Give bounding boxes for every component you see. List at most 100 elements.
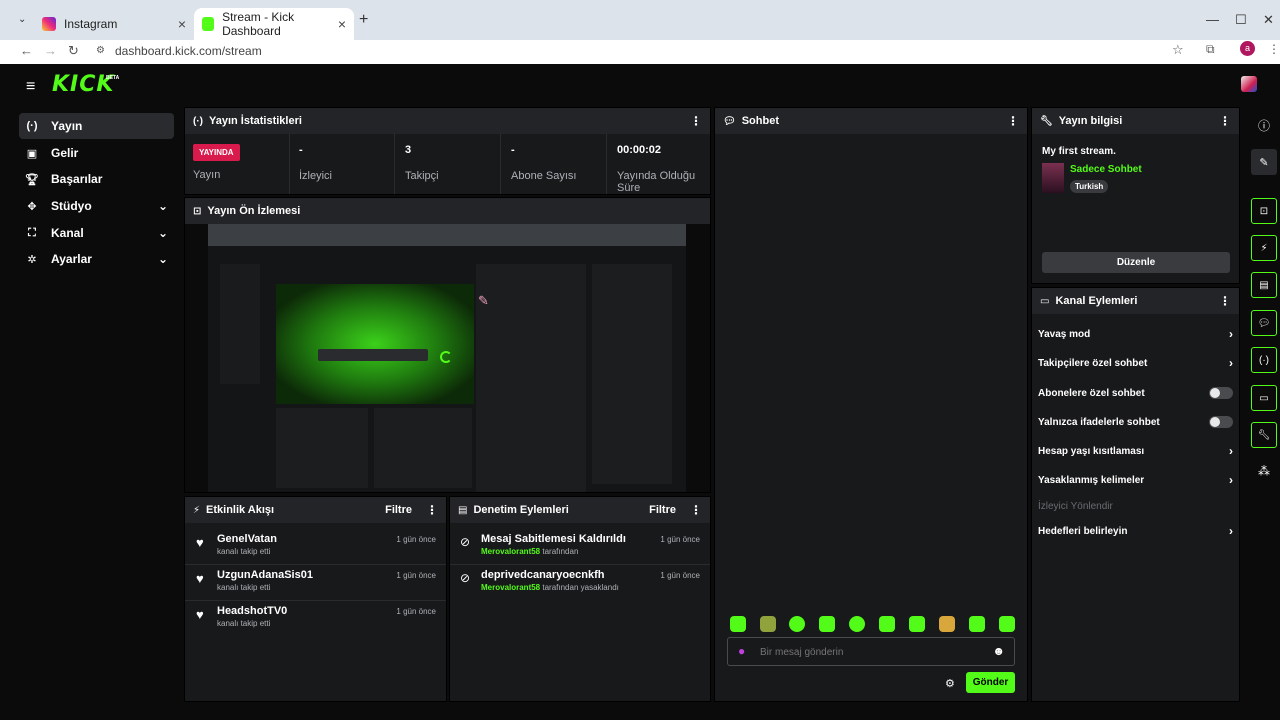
tab-kick-dashboard[interactable]: Stream - Kick Dashboard ×	[194, 8, 354, 40]
activity-row: ♥ UzgunAdanaSis01 kanalı takip etti 1 gü…	[185, 565, 446, 601]
bookmark-star-icon[interactable]: ☆	[1172, 42, 1184, 58]
back-icon[interactable]: ←	[20, 43, 33, 58]
edit-pencil-icon[interactable]: ✎	[1251, 149, 1277, 175]
wrench-toggle-icon[interactable]: 🔧︎	[1251, 422, 1277, 448]
close-icon[interactable]: ×	[178, 16, 186, 32]
moderation-target[interactable]: deprivedcanaryoecnkfh	[481, 569, 619, 581]
action-followers-only[interactable]: Takipçilere özel sohbet ›	[1038, 348, 1233, 378]
sidebar-item-kanal[interactable]: ⛶ Kanal ⌄	[19, 220, 174, 246]
filter-button[interactable]: Filtre	[385, 504, 412, 516]
emote[interactable]	[939, 616, 955, 632]
preview-toggle-icon[interactable]: ⊡	[1251, 198, 1277, 224]
chat-panel: 💬︎ Sohbet ⋮	[714, 107, 1028, 702]
language-tag: Turkish	[1070, 180, 1109, 193]
emote[interactable]	[789, 616, 805, 632]
window-close-icon[interactable]: ✕	[1263, 12, 1274, 28]
emote[interactable]	[879, 616, 895, 632]
moderation-action: Mesaj Sabitlemesi Kaldırıldı	[481, 533, 626, 545]
chat-input-box[interactable]: ● ☻	[727, 637, 1015, 666]
emote[interactable]	[819, 616, 835, 632]
stat-followers: 3 Takipçi	[397, 134, 501, 194]
broadcast-icon: (·)	[193, 115, 203, 127]
sidebar-item-label: Ayarlar	[51, 252, 92, 266]
preview-sidebar	[220, 264, 260, 384]
subscribers-only-toggle[interactable]	[1209, 387, 1233, 399]
sidebar-item-yayin[interactable]: (·) Yayın	[19, 113, 174, 139]
emote[interactable]	[999, 616, 1015, 632]
send-button[interactable]: Gönder	[966, 672, 1015, 693]
maximize-icon[interactable]: ☐	[1235, 12, 1247, 28]
stat-subscribers: - Abone Sayısı	[503, 134, 607, 194]
channel-icon: ⛶	[28, 226, 36, 239]
stream-info-panel: 🔧︎ Yayın bilgisi ⋮ My first stream. Sade…	[1031, 107, 1240, 284]
forward-icon[interactable]: →	[44, 43, 57, 58]
action-slow-mode[interactable]: Yavaş mod ›	[1038, 319, 1233, 349]
filter-button[interactable]: Filtre	[649, 504, 676, 516]
action-set-goals[interactable]: Hedefleri belirleyin ›	[1038, 516, 1233, 546]
action-label: Yavaş mod	[1038, 328, 1091, 340]
reload-icon[interactable]: ↻	[68, 43, 79, 59]
chevron-right-icon: ›	[1229, 444, 1233, 458]
channel-actions-icon: ▭	[1040, 295, 1050, 307]
more-options-icon[interactable]: ⋮	[1007, 114, 1019, 128]
new-tab-icon[interactable]: +	[359, 11, 368, 29]
preview-browser-bar	[208, 224, 686, 246]
activity-user[interactable]: GenelVatan	[217, 533, 277, 545]
emotes-only-toggle[interactable]	[1209, 416, 1233, 428]
chat-settings-icon[interactable]: ⚙	[945, 677, 955, 690]
sidebar-item-ayarlar[interactable]: ✲ Ayarlar ⌄	[19, 246, 174, 272]
moderation-panel: ▤ Denetim Eylemleri Filtre ⋮ ⊘ Mesaj Sab…	[449, 496, 711, 702]
more-options-icon[interactable]: ⋮	[1219, 294, 1231, 308]
category-thumbnail[interactable]	[1042, 163, 1064, 193]
browser-menu-icon[interactable]: ⋮	[1268, 42, 1280, 56]
category-name[interactable]: Sadece Sohbet	[1070, 164, 1142, 175]
emote[interactable]	[909, 616, 925, 632]
more-options-icon[interactable]: ⋮	[690, 503, 702, 517]
preview-green-glow	[276, 284, 474, 404]
more-options-icon[interactable]: ⋮	[690, 114, 702, 128]
moderator-name[interactable]: Merovalorant58	[481, 547, 540, 556]
channel-actions-toggle-icon[interactable]: ▭	[1251, 385, 1277, 411]
preview-activity	[276, 408, 368, 488]
profile-avatar[interactable]: a	[1240, 41, 1255, 56]
info-icon[interactable]: ⓘ	[1258, 117, 1270, 134]
document-toggle-icon[interactable]: ▤	[1251, 272, 1277, 298]
edit-button[interactable]: Düzenle	[1042, 252, 1230, 273]
moderator-name[interactable]: Merovalorant58	[481, 583, 540, 592]
url-field[interactable]: dashboard.kick.com/stream	[115, 44, 262, 58]
sidebar-item-studyo[interactable]: ✥ Stüdyo ⌄	[19, 193, 174, 219]
hamburger-menu-icon[interactable]: ≡	[26, 78, 35, 96]
studio-icon: ✥	[27, 200, 37, 213]
microphone-icon[interactable]: ●	[738, 644, 745, 658]
stream-preview-video[interactable]	[208, 224, 686, 492]
sidebar-item-gelir[interactable]: ▣ Gelir	[19, 140, 174, 166]
chat-input[interactable]	[760, 644, 980, 660]
site-settings-icon[interactable]: ⚙	[96, 45, 105, 56]
sidebar-item-basarilar[interactable]: 🏆︎ Başarılar	[19, 166, 174, 192]
minimize-icon[interactable]: —	[1206, 12, 1219, 27]
emote[interactable]	[730, 616, 746, 632]
close-icon[interactable]: ×	[338, 16, 346, 32]
emote[interactable]	[760, 616, 776, 632]
more-options-icon[interactable]: ⋮	[1219, 114, 1231, 128]
tab-list-chevron-icon[interactable]: ⌄	[18, 14, 26, 25]
chat-toggle-icon[interactable]: 💬︎	[1251, 310, 1277, 336]
cursor-icon: ✎	[478, 293, 489, 308]
extensions-icon[interactable]: ⧉	[1206, 42, 1215, 57]
action-label: Abonelere özel sohbet	[1038, 387, 1145, 399]
emoji-icon[interactable]: ☻	[992, 644, 1005, 658]
activity-user[interactable]: UzgunAdanaSis01	[217, 569, 313, 581]
more-options-icon[interactable]: ⋮	[426, 503, 438, 517]
layout-icon[interactable]: ⁂	[1258, 464, 1270, 478]
user-avatar[interactable]	[1241, 76, 1257, 92]
action-account-age[interactable]: Hesap yaşı kısıtlaması ›	[1038, 436, 1233, 466]
stat-label: Abone Sayısı	[511, 170, 577, 182]
panel-title: Yayın İstatistikleri	[209, 115, 302, 127]
lightning-toggle-icon[interactable]: ⚡︎	[1251, 235, 1277, 261]
tab-instagram[interactable]: Instagram ×	[34, 8, 194, 40]
emote[interactable]	[969, 616, 985, 632]
emote[interactable]	[849, 616, 865, 632]
lightning-icon: ⚡︎	[193, 504, 201, 516]
activity-user[interactable]: HeadshotTV0	[217, 605, 287, 617]
broadcast-toggle-icon[interactable]: (·)	[1251, 347, 1277, 373]
